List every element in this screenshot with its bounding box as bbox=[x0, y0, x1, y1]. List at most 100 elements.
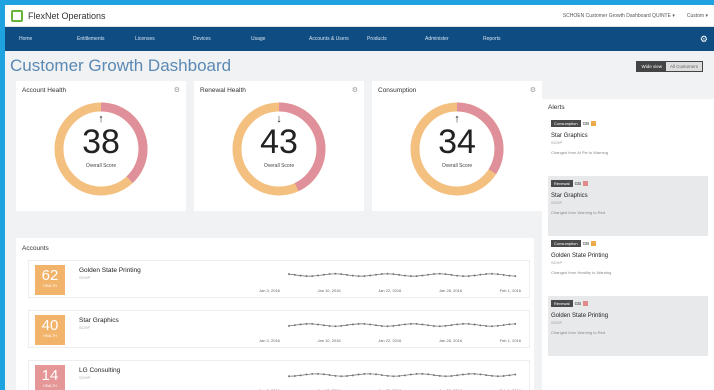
alert-item[interactable]: Renewal GB Golden State Printing SCHP Cha… bbox=[548, 296, 708, 356]
gauge-card-consumption: Consumption ⚙ ↑ 34 Overall Score bbox=[372, 81, 542, 211]
alert-account: Star Graphics bbox=[551, 193, 588, 199]
alert-message: Changed from Healthy to Warning bbox=[551, 270, 612, 275]
sparkline-point bbox=[386, 272, 389, 275]
toggle-all-customers[interactable]: All Customers bbox=[665, 61, 702, 71]
sparkline-point bbox=[357, 322, 360, 325]
sparkline-point bbox=[299, 374, 302, 377]
gauge-title: Consumption bbox=[378, 87, 417, 94]
sparkline-point bbox=[328, 273, 331, 276]
alert-sub: SCHP bbox=[551, 320, 563, 325]
sparkline-point bbox=[404, 323, 406, 326]
sparkline-point bbox=[479, 373, 482, 376]
sparkline-point bbox=[479, 324, 482, 327]
account-name[interactable]: LG Consulting bbox=[79, 367, 120, 374]
account-sub: SCHP bbox=[79, 325, 91, 330]
sparkline-point bbox=[421, 372, 424, 375]
sparkline-point bbox=[351, 374, 354, 377]
gauge-value: 43 bbox=[260, 123, 298, 161]
card-settings-icon[interactable]: ⚙ bbox=[530, 86, 536, 94]
sparkline-point bbox=[467, 322, 470, 325]
status-square-icon bbox=[583, 181, 589, 186]
toggle-wide-view[interactable]: Wide view bbox=[637, 61, 666, 71]
account-row[interactable]: 40 HEALTH Star Graphics SCHP Jan 3, 2016 J… bbox=[28, 310, 530, 348]
sparkline-point bbox=[346, 324, 348, 327]
alert-badge: Renewal bbox=[551, 180, 573, 187]
nav-reports[interactable]: Reports bbox=[483, 36, 541, 42]
sparkline bbox=[288, 372, 517, 378]
account-row[interactable]: 14HEALTH LG Consulting SCHP Jan 3, 2016J… bbox=[28, 360, 530, 390]
alert-count: GB bbox=[574, 301, 582, 306]
alerts-title: Alerts bbox=[548, 104, 565, 111]
app-title: FlexNet Operations bbox=[28, 10, 106, 21]
sparkline-point bbox=[444, 273, 447, 276]
sparkline-point bbox=[375, 273, 377, 276]
nav-entitlements[interactable]: Entitlements bbox=[77, 36, 135, 42]
sparkline-point bbox=[467, 372, 470, 375]
sparkline-point bbox=[438, 272, 441, 275]
alert-sub: SCHP bbox=[551, 140, 563, 145]
alert-badge: Consumption bbox=[551, 240, 581, 247]
sparkline-point bbox=[380, 324, 383, 327]
nav-home[interactable]: Home bbox=[19, 36, 77, 42]
sparkline-point bbox=[508, 374, 511, 377]
sparkline-point bbox=[351, 274, 354, 277]
user-menu[interactable]: SCHOEN Customer Growth Dashboard QUINTE … bbox=[563, 13, 675, 19]
sparkline-point bbox=[293, 273, 296, 276]
sparkline-point bbox=[415, 372, 418, 375]
nav-licenses[interactable]: Licenses bbox=[135, 36, 193, 42]
sparkline-point bbox=[299, 274, 302, 277]
health-score: 14 bbox=[41, 367, 59, 384]
sparkline-point bbox=[322, 324, 325, 327]
gauge-value: 34 bbox=[438, 123, 476, 161]
sparkline-point bbox=[288, 324, 290, 327]
sparkline-point bbox=[346, 375, 348, 378]
sparkline-point bbox=[317, 372, 319, 375]
account-sub: SCHP bbox=[79, 275, 91, 280]
sparkline-point bbox=[369, 372, 372, 375]
nav-usage[interactable]: Usage bbox=[251, 36, 309, 42]
alert-item[interactable]: Consumption GB Golden State Printing SCHP… bbox=[548, 236, 708, 296]
nav-accounts-users[interactable]: Accounts & Users bbox=[309, 36, 367, 42]
alert-item[interactable]: Renewal GB Star Graphics SCHP Changed fro… bbox=[548, 176, 708, 236]
sparkline bbox=[288, 322, 517, 328]
nav-devices[interactable]: Devices bbox=[193, 36, 251, 42]
health-score-label: HEALTH bbox=[43, 334, 57, 338]
sparkline-point bbox=[514, 275, 517, 278]
sparkline-point bbox=[496, 324, 499, 327]
custom-menu[interactable]: Custom ▾ bbox=[687, 13, 708, 19]
card-settings-icon[interactable]: ⚙ bbox=[174, 86, 180, 94]
sparkline-point bbox=[450, 374, 453, 377]
gauge-value: 38 bbox=[82, 123, 120, 161]
date-tick-label: Jan 10, 2016 bbox=[317, 338, 341, 343]
settings-gear-icon[interactable]: ⚙ bbox=[700, 34, 708, 45]
alert-item[interactable]: Consumption GB Star Graphics SCHP Changed… bbox=[548, 116, 708, 176]
sparkline-point bbox=[427, 273, 430, 276]
account-name[interactable]: Golden State Printing bbox=[79, 267, 141, 274]
app-window: FlexNet Operations SCHOEN Customer Growt… bbox=[5, 5, 714, 390]
sparkline-point bbox=[427, 373, 430, 376]
sparkline-point bbox=[438, 374, 441, 377]
nav-administer[interactable]: Administer bbox=[425, 36, 483, 42]
sparkline-point bbox=[491, 374, 493, 377]
sparkline-point bbox=[322, 273, 325, 276]
alert-badge: Renewal bbox=[551, 300, 573, 307]
account-row[interactable]: 62 HEALTH Golden State Printing SCHP Jan … bbox=[28, 260, 530, 298]
sparkline-point bbox=[485, 324, 488, 327]
status-square-icon bbox=[583, 301, 589, 306]
health-score: 40 bbox=[41, 317, 59, 334]
account-name[interactable]: Star Graphics bbox=[79, 317, 119, 324]
alert-message: Changed from Warning to Red bbox=[551, 330, 606, 335]
card-settings-icon[interactable]: ⚙ bbox=[352, 86, 358, 94]
sparkline-point bbox=[456, 323, 459, 326]
health-score: 62 bbox=[41, 267, 59, 284]
sparkline-point bbox=[311, 322, 314, 325]
sparkline-point bbox=[357, 373, 360, 376]
alert-message: Changed from Warning to Red bbox=[551, 210, 606, 215]
sparkline-point bbox=[340, 324, 343, 327]
sparkline-point bbox=[415, 275, 418, 278]
nav-products[interactable]: Products bbox=[367, 36, 425, 42]
sparkline-point bbox=[450, 324, 453, 327]
date-tick-label: Jan 3, 2016 bbox=[259, 288, 280, 293]
date-axis: Jan 3, 2016 Jan 10, 2016 Jan 22, 2016 Jan 2… bbox=[259, 288, 521, 293]
date-tick-label: Jan 26, 2016 bbox=[438, 338, 463, 343]
